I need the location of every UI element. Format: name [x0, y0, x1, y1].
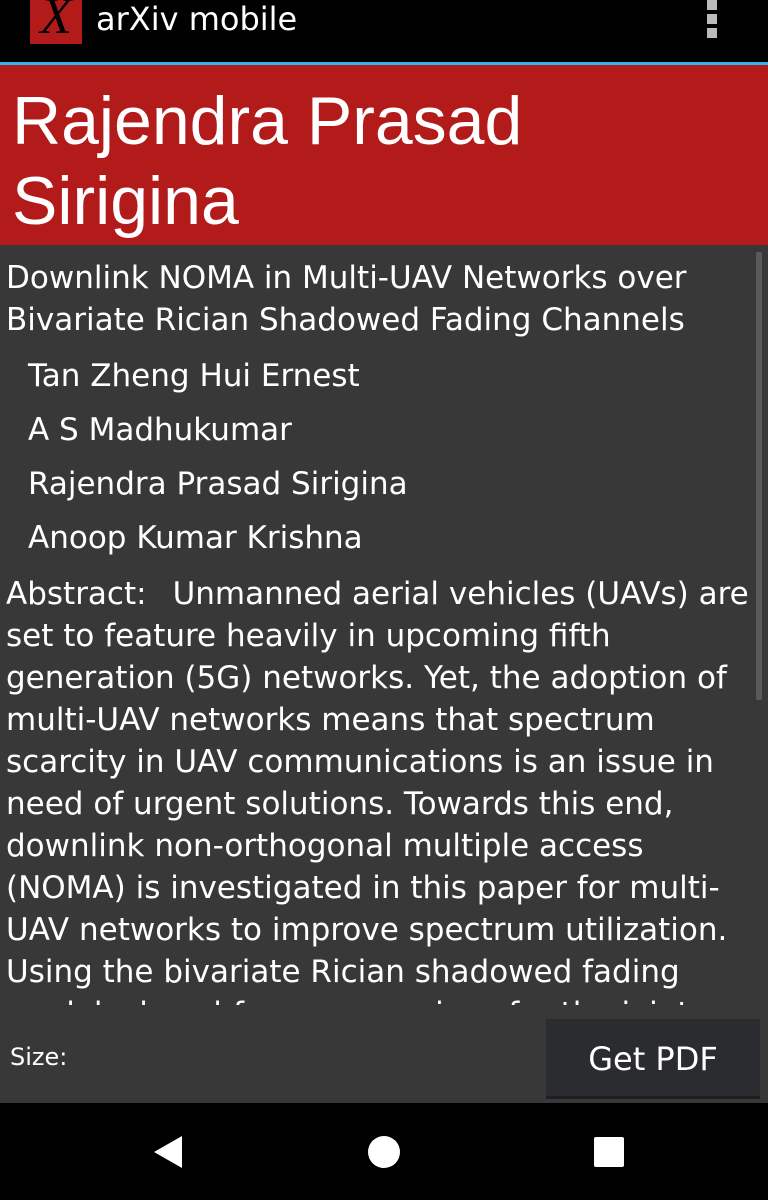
footer-bar: Size: Get PDF — [0, 1005, 768, 1103]
paper-title: Downlink NOMA in Multi-UAV Networks over… — [6, 260, 687, 338]
abstract-label: Abstract: — [6, 576, 147, 612]
action-bar: X arXiv mobile — [0, 0, 768, 65]
author-list: Tan Zheng Hui Ernest A S Madhukumar Raje… — [28, 349, 728, 565]
app-title: arXiv mobile — [96, 0, 298, 38]
home-button[interactable] — [334, 1103, 434, 1200]
scrollbar[interactable] — [756, 252, 762, 700]
overflow-menu-icon[interactable] — [700, 0, 724, 40]
author-heading: Rajendra Prasad Sirigina — [12, 83, 523, 239]
overflow-dot — [707, 0, 717, 10]
get-pdf-button[interactable]: Get PDF — [546, 1019, 760, 1099]
abstract: Abstract: Unmanned aerial vehicles (UAVs)… — [6, 573, 758, 1005]
author-header: Rajendra Prasad Sirigina — [0, 65, 768, 245]
author-link[interactable]: Rajendra Prasad Sirigina — [28, 457, 728, 511]
back-icon — [154, 1136, 182, 1168]
recents-button[interactable] — [558, 1103, 658, 1200]
overflow-dot — [707, 14, 717, 24]
abstract-text: Unmanned aerial vehicles (UAVs) are set … — [6, 576, 749, 1005]
author-link[interactable]: Tan Zheng Hui Ernest — [28, 349, 728, 403]
back-button[interactable] — [112, 1103, 212, 1200]
recents-icon — [594, 1137, 624, 1167]
paper-detail-scroll[interactable]: Downlink NOMA in Multi-UAV Networks over… — [0, 245, 768, 1005]
home-icon — [368, 1136, 400, 1168]
overflow-dot — [707, 28, 717, 38]
size-label: Size: — [10, 1043, 68, 1071]
system-nav-bar — [0, 1103, 768, 1200]
author-link[interactable]: A S Madhukumar — [28, 403, 728, 457]
arxiv-logo-icon: X — [30, 0, 82, 44]
author-link[interactable]: Anoop Kumar Krishna — [28, 511, 728, 565]
